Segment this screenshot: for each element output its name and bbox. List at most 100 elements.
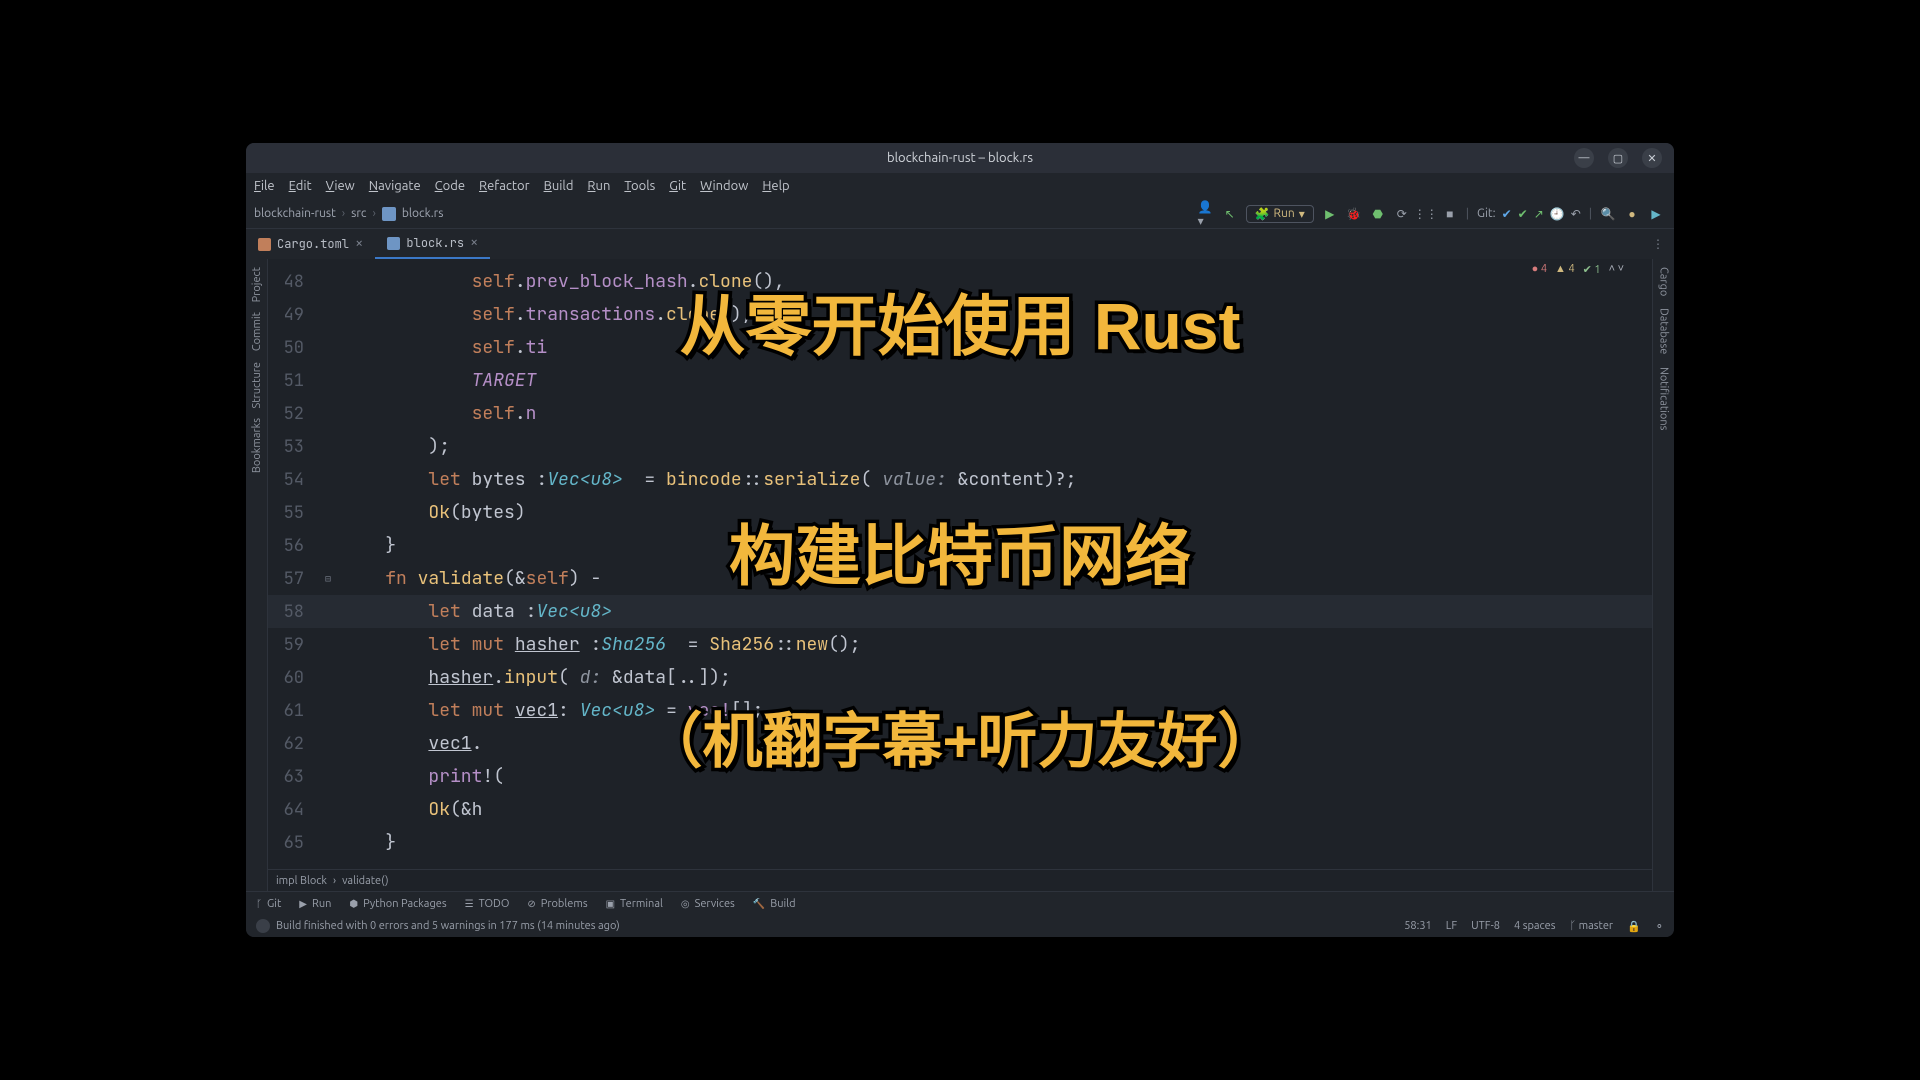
- status-message: Build finished with 0 errors and 5 warni…: [276, 920, 620, 932]
- stop-icon[interactable]: ■: [1442, 206, 1458, 222]
- code-line[interactable]: 65 }: [268, 826, 1652, 859]
- code-line[interactable]: 60 hasher.input( d: &data[..]);: [268, 661, 1652, 694]
- menu-code[interactable]: Code: [435, 179, 465, 193]
- tool-run[interactable]: ▶Run: [299, 898, 331, 910]
- tab-more-icon[interactable]: ⋮: [1642, 229, 1674, 259]
- status-padlock-icon[interactable]: 🔒: [1627, 920, 1641, 933]
- editor[interactable]: ● 4 ▲ 4 ✔ 1 ˄ ˅ 48 self.prev_block_hash.…: [268, 259, 1652, 891]
- tool-python-packages[interactable]: ⬢Python Packages: [349, 898, 446, 910]
- tool-build[interactable]: 🔨Build: [753, 898, 796, 910]
- code-line[interactable]: 57⊟ fn validate(&self) -: [268, 562, 1652, 595]
- debug-icon[interactable]: 🐞: [1346, 206, 1362, 222]
- code-line[interactable]: 51 TARGET: [268, 364, 1652, 397]
- toolwin-project[interactable]: Project: [251, 267, 263, 302]
- breadcrumb-file[interactable]: block.rs: [402, 207, 444, 220]
- git-rollback-icon[interactable]: ↶: [1571, 207, 1581, 221]
- ide-settings-icon[interactable]: ●: [1624, 206, 1640, 222]
- menu-help[interactable]: Help: [762, 179, 789, 193]
- status-bar: Build finished with 0 errors and 5 warni…: [246, 915, 1674, 937]
- menu-file[interactable]: File: [254, 179, 275, 193]
- run-config-selector[interactable]: 🧩Run▾: [1246, 205, 1314, 223]
- menu-edit[interactable]: Edit: [289, 179, 312, 193]
- git-history-icon[interactable]: 🕘: [1550, 207, 1565, 221]
- rust-file-icon: [382, 207, 396, 221]
- toolwin-notifications[interactable]: Notifications: [1658, 367, 1670, 430]
- close-tab-icon[interactable]: ×: [470, 234, 478, 252]
- line-number: 62: [268, 733, 314, 755]
- maximize-button[interactable]: ▢: [1608, 148, 1628, 168]
- right-tool-strip: Cargo Database Notifications: [1652, 259, 1674, 891]
- code-line[interactable]: 58 let data :Vec<u8>: [268, 595, 1652, 628]
- menu-tools[interactable]: Tools: [624, 179, 655, 193]
- inspections-widget[interactable]: ● 4 ▲ 4 ✔ 1 ˄ ˅: [1532, 263, 1624, 276]
- user-add-icon[interactable]: 👤▾: [1198, 206, 1214, 222]
- toolwin-bookmarks[interactable]: Bookmarks: [251, 418, 263, 473]
- code-line[interactable]: 62 vec1.: [268, 727, 1652, 760]
- cmd-icon[interactable]: [256, 919, 270, 933]
- status-branch[interactable]: ᚴ master: [1569, 920, 1613, 932]
- status-more-icon[interactable]: ⚬: [1655, 920, 1664, 933]
- back-icon[interactable]: ↖: [1222, 206, 1238, 222]
- bottom-tool-bar: ᚴGit ▶Run ⬢Python Packages ☰TODO ⊘Problems ▣T…: [246, 891, 1674, 915]
- menu-navigate[interactable]: Navigate: [369, 179, 421, 193]
- code-with-me-icon[interactable]: ▶: [1648, 206, 1664, 222]
- code-line[interactable]: 54 let bytes :Vec<u8> = bincode::seriali…: [268, 463, 1652, 496]
- tool-todo[interactable]: ☰TODO: [465, 898, 510, 910]
- toolwin-structure[interactable]: Structure: [251, 362, 263, 409]
- git-push-icon[interactable]: ↗: [1534, 207, 1544, 221]
- menu-git[interactable]: Git: [669, 179, 686, 193]
- attach-icon[interactable]: ⋮⋮: [1418, 206, 1434, 222]
- tool-problems[interactable]: ⊘Problems: [527, 898, 587, 910]
- run-icon[interactable]: ▶: [1322, 206, 1338, 222]
- profile-icon[interactable]: ⟳: [1394, 206, 1410, 222]
- code-line[interactable]: 59 let mut hasher :Sha256 = Sha256::new(…: [268, 628, 1652, 661]
- code-line[interactable]: 56 }: [268, 529, 1652, 562]
- menu-refactor[interactable]: Refactor: [479, 179, 530, 193]
- tool-terminal[interactable]: ▣Terminal: [606, 898, 663, 910]
- search-icon[interactable]: 🔍: [1600, 206, 1616, 222]
- tab-Cargo-toml[interactable]: Cargo.toml×: [246, 229, 375, 259]
- code-line[interactable]: 61 let mut vec1: Vec<u8> = vec![];: [268, 694, 1652, 727]
- line-number: 52: [268, 403, 314, 425]
- code-line[interactable]: 52 self.n: [268, 397, 1652, 430]
- breadcrumb-folder[interactable]: src: [351, 207, 366, 220]
- breadcrumb-project[interactable]: blockchain-rust: [254, 207, 336, 220]
- breadcrumb[interactable]: blockchain-rust › src › block.rs: [246, 207, 451, 221]
- coverage-icon[interactable]: ⬣: [1370, 206, 1386, 222]
- code-line[interactable]: 63 print!(: [268, 760, 1652, 793]
- close-tab-icon[interactable]: ×: [355, 235, 363, 253]
- code-line[interactable]: 64 Ok(&h: [268, 793, 1652, 826]
- status-position[interactable]: 58:31: [1404, 920, 1432, 932]
- git-toolbar: Git: ✔ ✔ ↗ 🕘 ↶: [1477, 207, 1581, 221]
- minimize-button[interactable]: —: [1574, 148, 1594, 168]
- line-number: 60: [268, 667, 314, 689]
- status-encoding[interactable]: UTF-8: [1471, 920, 1500, 932]
- code-line[interactable]: 50 self.ti: [268, 331, 1652, 364]
- code-area[interactable]: 48 self.prev_block_hash.clone(),49 self.…: [268, 259, 1652, 869]
- menu-run[interactable]: Run: [587, 179, 610, 193]
- toolwin-commit[interactable]: Commit: [251, 312, 263, 351]
- line-number: 57: [268, 568, 314, 590]
- code-line[interactable]: 49 self.transactions.clone(),: [268, 298, 1652, 331]
- line-number: 48: [268, 271, 314, 293]
- tab-block-rs[interactable]: block.rs×: [375, 229, 490, 259]
- git-commit-icon[interactable]: ✔: [1518, 207, 1528, 221]
- tool-services[interactable]: ◎Services: [681, 898, 735, 910]
- code-line[interactable]: 55 Ok(bytes): [268, 496, 1652, 529]
- code-line[interactable]: 53 );: [268, 430, 1652, 463]
- tool-git[interactable]: ᚴGit: [256, 898, 281, 910]
- code-line[interactable]: 48 self.prev_block_hash.clone(),: [268, 265, 1652, 298]
- menu-window[interactable]: Window: [700, 179, 748, 193]
- status-line-sep[interactable]: LF: [1446, 920, 1457, 932]
- close-button[interactable]: ✕: [1642, 148, 1662, 168]
- menu-view[interactable]: View: [326, 179, 355, 193]
- fold-icon[interactable]: ⊟: [325, 572, 331, 585]
- menu-bar: File Edit View Navigate Code Refactor Build Run…: [246, 173, 1674, 199]
- toolwin-database[interactable]: Database: [1658, 308, 1670, 354]
- status-indent[interactable]: 4 spaces: [1514, 920, 1556, 932]
- line-number: 61: [268, 700, 314, 722]
- scope-breadcrumb[interactable]: impl Block›validate(): [268, 869, 1652, 891]
- toolwin-cargo[interactable]: Cargo: [1658, 267, 1670, 296]
- menu-build[interactable]: Build: [544, 179, 574, 193]
- git-update-icon[interactable]: ✔: [1502, 207, 1512, 221]
